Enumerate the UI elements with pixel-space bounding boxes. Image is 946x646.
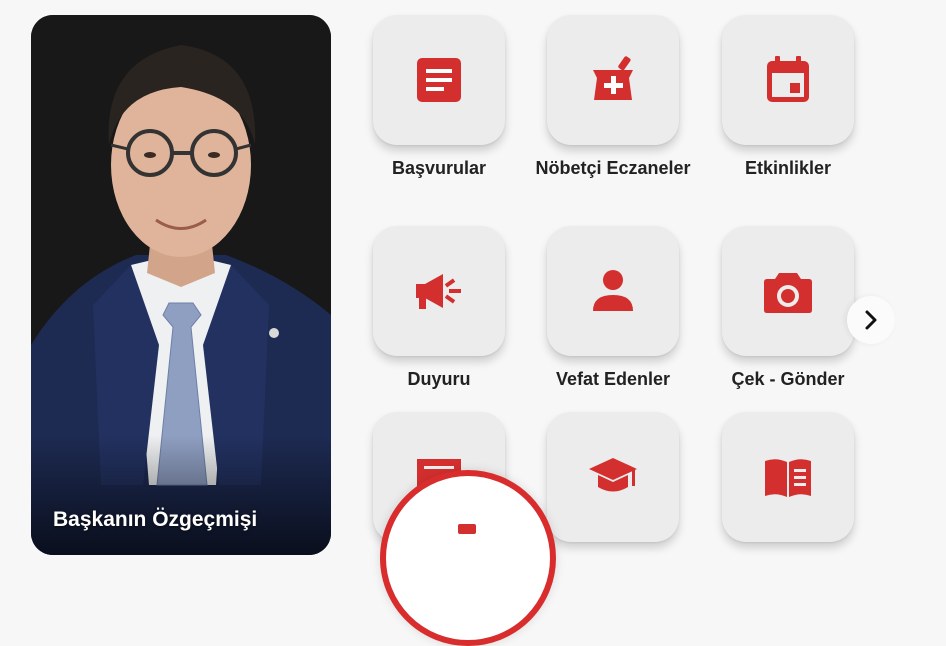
next-button[interactable] — [847, 296, 895, 344]
mayor-card[interactable]: Başkanın Özgeçmişi — [31, 15, 331, 555]
chevron-right-icon — [865, 310, 877, 330]
camera-icon — [764, 273, 812, 313]
tile-library[interactable] — [722, 412, 854, 542]
tile-deceased-label: Vefat Edenler — [555, 369, 671, 389]
tile-events[interactable] — [722, 15, 854, 145]
tile-snap-send-label: Çek - Gönder — [731, 369, 845, 389]
tile-deceased[interactable] — [547, 226, 679, 356]
tile-pharmacies-label: Nöbetçi Eczaneler — [535, 158, 691, 178]
tile-snap-send[interactable] — [722, 226, 854, 356]
tile-applications-label: Başvurular — [391, 158, 487, 178]
mayor-photo — [31, 15, 331, 555]
tile-education[interactable] — [547, 412, 679, 542]
graduation-cap-icon — [589, 458, 637, 492]
tile-events-label: Etkinlikler — [744, 158, 832, 178]
person-icon — [593, 270, 633, 311]
tile-announcements[interactable] — [373, 226, 505, 356]
mayor-card-title: Başkanın Özgeçmişi — [53, 508, 258, 531]
calendar-icon — [767, 56, 809, 102]
tile-announcements-label: Duyuru — [407, 369, 471, 389]
book-icon — [765, 459, 811, 497]
floating-action-button[interactable] — [380, 470, 556, 646]
pharmacy-icon — [593, 56, 633, 100]
tile-pharmacies[interactable] — [547, 15, 679, 145]
fab-icon — [458, 524, 476, 534]
document-icon — [417, 58, 461, 102]
megaphone-icon — [416, 274, 461, 309]
tile-applications[interactable] — [373, 15, 505, 145]
